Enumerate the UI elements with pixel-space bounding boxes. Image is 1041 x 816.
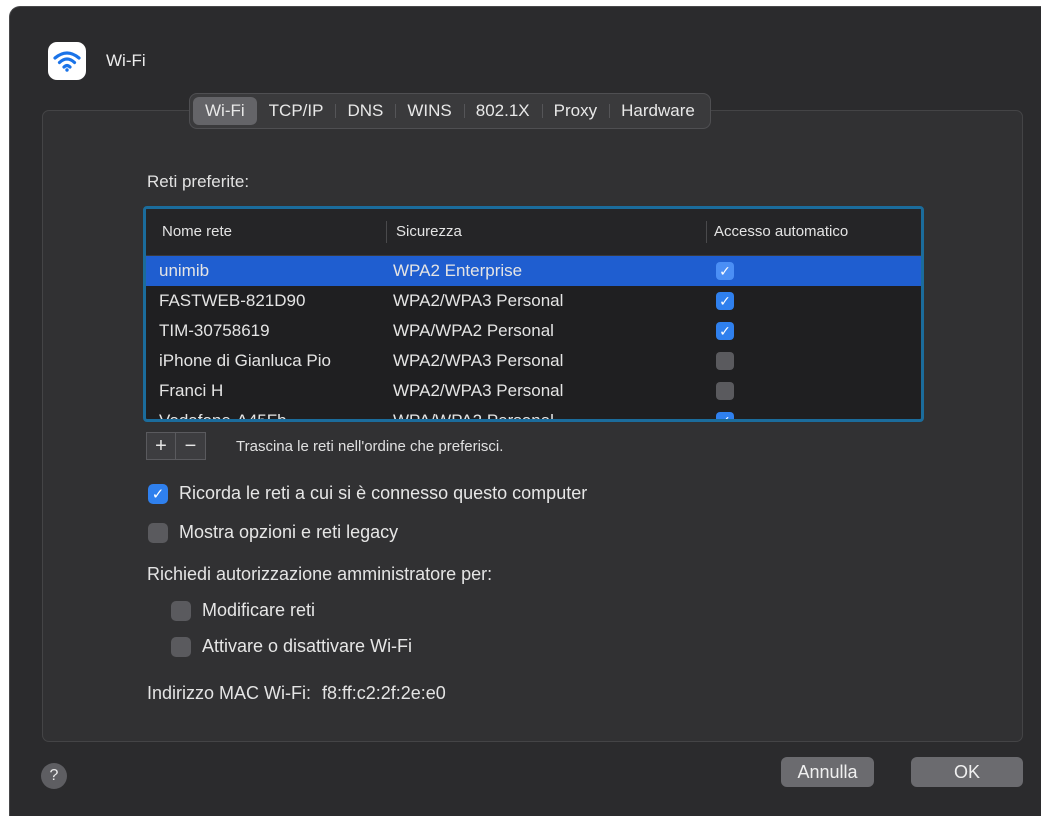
tab-bar: Wi-Fi TCP/IP DNS WINS 802.1X Proxy Hardw… (189, 93, 711, 129)
network-name: iPhone di Gianluca Pio (159, 351, 332, 370)
column-header-name[interactable]: Nome rete (162, 223, 232, 240)
table-row[interactable]: FASTWEB-821D90 WPA2/WPA3 Personal ✓ (146, 286, 921, 316)
network-security: WPA2/WPA3 Personal (393, 381, 564, 400)
reorder-hint: Trascina le reti nell'ordine che preferi… (236, 438, 504, 455)
admin-auth-heading: Richiedi autorizzazione amministratore p… (147, 564, 493, 584)
preferred-networks-label: Reti preferite: (147, 172, 250, 191)
network-security: WPA2/WPA3 Personal (393, 291, 564, 310)
modify-networks-label: Modificare reti (202, 600, 316, 620)
window-title-row: Wi-Fi (48, 41, 146, 81)
network-security: WPA2/WPA3 Personal (393, 351, 564, 370)
mac-address-row: Indirizzo MAC Wi-Fi: f8:ff:c2:2f:2e:e0 (147, 683, 446, 704)
network-security: WPA/WPA2 Personal (393, 411, 554, 422)
network-security: WPA2 Enterprise (393, 261, 523, 280)
remember-networks-label: Ricorda le reti a cui si è connesso ques… (179, 483, 588, 503)
cancel-button[interactable]: Annulla (781, 757, 874, 787)
modify-networks-checkbox[interactable] (171, 600, 191, 621)
mac-address-value: f8:ff:c2:2f:2e:e0 (322, 683, 446, 703)
column-header-auto-join[interactable]: Accesso automatico (714, 223, 848, 240)
table-row[interactable]: Vodafone-A45Fb WPA/WPA2 Personal ✓ (146, 406, 921, 422)
column-divider (386, 221, 387, 243)
table-row[interactable]: unimib WPA2 Enterprise ✓ (146, 256, 921, 286)
auto-join-checkbox[interactable] (716, 352, 734, 370)
auto-join-checkbox[interactable]: ✓ (716, 262, 734, 280)
tab-proxy[interactable]: Proxy (541, 97, 609, 125)
preferred-networks-table[interactable]: Nome rete Sicurezza Accesso automatico u… (143, 206, 924, 422)
auto-join-checkbox[interactable] (716, 382, 734, 400)
table-row[interactable]: TIM-30758619 WPA/WPA2 Personal ✓ (146, 316, 921, 346)
network-settings-window: Wi-Fi Wi-Fi TCP/IP DNS WINS 802.1X Proxy… (9, 6, 1041, 816)
ok-button[interactable]: OK (911, 757, 1023, 787)
remember-networks-option[interactable]: ✓ Ricorda le reti a cui si è connesso qu… (148, 483, 587, 504)
legacy-networks-checkbox[interactable] (148, 522, 168, 543)
modify-networks-option[interactable]: Modificare reti (171, 600, 315, 621)
tab-wins[interactable]: WINS (395, 97, 463, 125)
tab-hardware[interactable]: Hardware (609, 97, 707, 125)
table-header: Nome rete Sicurezza Accesso automatico (146, 209, 921, 256)
network-name: Vodafone-A45Fb (159, 411, 287, 422)
network-name: unimib (159, 261, 210, 280)
legacy-networks-option[interactable]: Mostra opzioni e reti legacy (148, 522, 398, 543)
toggle-wifi-label: Attivare o disattivare Wi-Fi (202, 636, 413, 656)
network-name: FASTWEB-821D90 (159, 291, 306, 310)
toggle-wifi-option[interactable]: Attivare o disattivare Wi-Fi (171, 636, 412, 657)
table-row[interactable]: iPhone di Gianluca Pio WPA2/WPA3 Persona… (146, 346, 921, 376)
column-header-security[interactable]: Sicurezza (396, 223, 462, 240)
add-network-button[interactable]: + (146, 432, 176, 460)
network-security: WPA/WPA2 Personal (393, 321, 554, 340)
network-name: Franci H (159, 381, 224, 400)
wifi-icon (48, 42, 86, 80)
remember-networks-checkbox[interactable]: ✓ (148, 483, 168, 504)
list-add-remove-controls: + − (146, 432, 206, 460)
tab-wifi[interactable]: Wi-Fi (193, 97, 257, 125)
tab-8021x[interactable]: 802.1X (463, 97, 542, 125)
legacy-networks-label: Mostra opzioni e reti legacy (179, 522, 399, 542)
table-row[interactable]: Franci H WPA2/WPA3 Personal (146, 376, 921, 406)
auto-join-checkbox[interactable]: ✓ (716, 322, 734, 340)
toggle-wifi-checkbox[interactable] (171, 636, 191, 657)
help-button[interactable]: ? (41, 763, 67, 789)
window-title: Wi-Fi (106, 51, 146, 70)
auto-join-checkbox[interactable]: ✓ (716, 292, 734, 310)
column-divider (706, 221, 707, 243)
tab-tcpip[interactable]: TCP/IP (257, 97, 336, 125)
auto-join-checkbox[interactable]: ✓ (716, 412, 734, 419)
tab-dns[interactable]: DNS (335, 97, 395, 125)
remove-network-button[interactable]: − (176, 432, 206, 460)
network-name: TIM-30758619 (159, 321, 270, 340)
mac-address-label: Indirizzo MAC Wi-Fi: (147, 683, 312, 703)
